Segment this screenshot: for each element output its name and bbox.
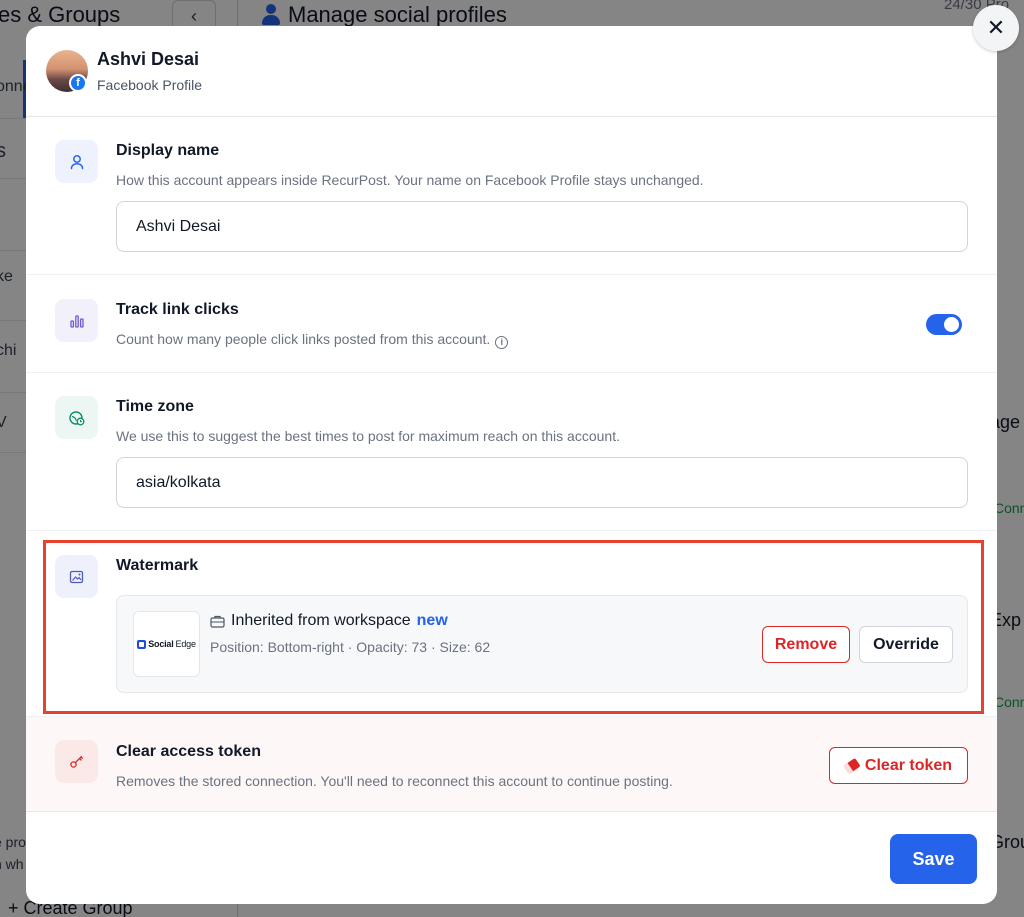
display-name-input[interactable]: Ashvi Desai [116, 201, 968, 252]
section-divider [26, 372, 997, 373]
display-name-title: Display name [116, 142, 220, 159]
account-name: Ashvi Desai [97, 49, 200, 69]
time-zone-select[interactable]: asia/kolkata [116, 457, 968, 508]
eraser-icon [843, 757, 861, 774]
track-clicks-description-row: Count how many people click links posted… [116, 331, 509, 349]
time-zone-title: Time zone [116, 398, 194, 415]
modal-header: f Ashvi Desai Facebook Profile [26, 26, 997, 117]
account-type: Facebook Profile [97, 77, 203, 93]
track-clicks-description: Count how many people click links posted… [116, 331, 491, 347]
section-divider [26, 274, 997, 275]
time-zone-description: We use this to suggest the best times to… [116, 428, 620, 444]
globe-clock-icon [55, 396, 98, 439]
close-modal-button[interactable]: ✕ [973, 5, 1019, 51]
watermark-highlight-box [43, 540, 984, 714]
close-icon: ✕ [986, 15, 1006, 40]
clear-token-description: Removes the stored connection. You'll ne… [116, 773, 673, 789]
bar-chart-icon [55, 299, 98, 342]
facebook-icon: f [69, 74, 87, 92]
key-icon [55, 740, 98, 783]
clear-token-section: Clear access token Removes the stored co… [26, 716, 997, 812]
track-clicks-title: Track link clicks [116, 301, 239, 318]
clear-token-title: Clear access token [116, 743, 261, 760]
user-icon [55, 140, 98, 183]
section-divider [26, 530, 997, 531]
save-button[interactable]: Save [890, 834, 977, 884]
edit-profile-modal: f Ashvi Desai Facebook Profile Display n… [26, 26, 997, 904]
info-icon[interactable]: i [495, 336, 509, 349]
clear-token-label: Clear token [864, 756, 953, 774]
display-name-description: How this account appears inside RecurPos… [116, 172, 704, 188]
track-clicks-toggle[interactable] [926, 314, 962, 335]
clear-token-button[interactable]: Clear token [829, 747, 968, 784]
